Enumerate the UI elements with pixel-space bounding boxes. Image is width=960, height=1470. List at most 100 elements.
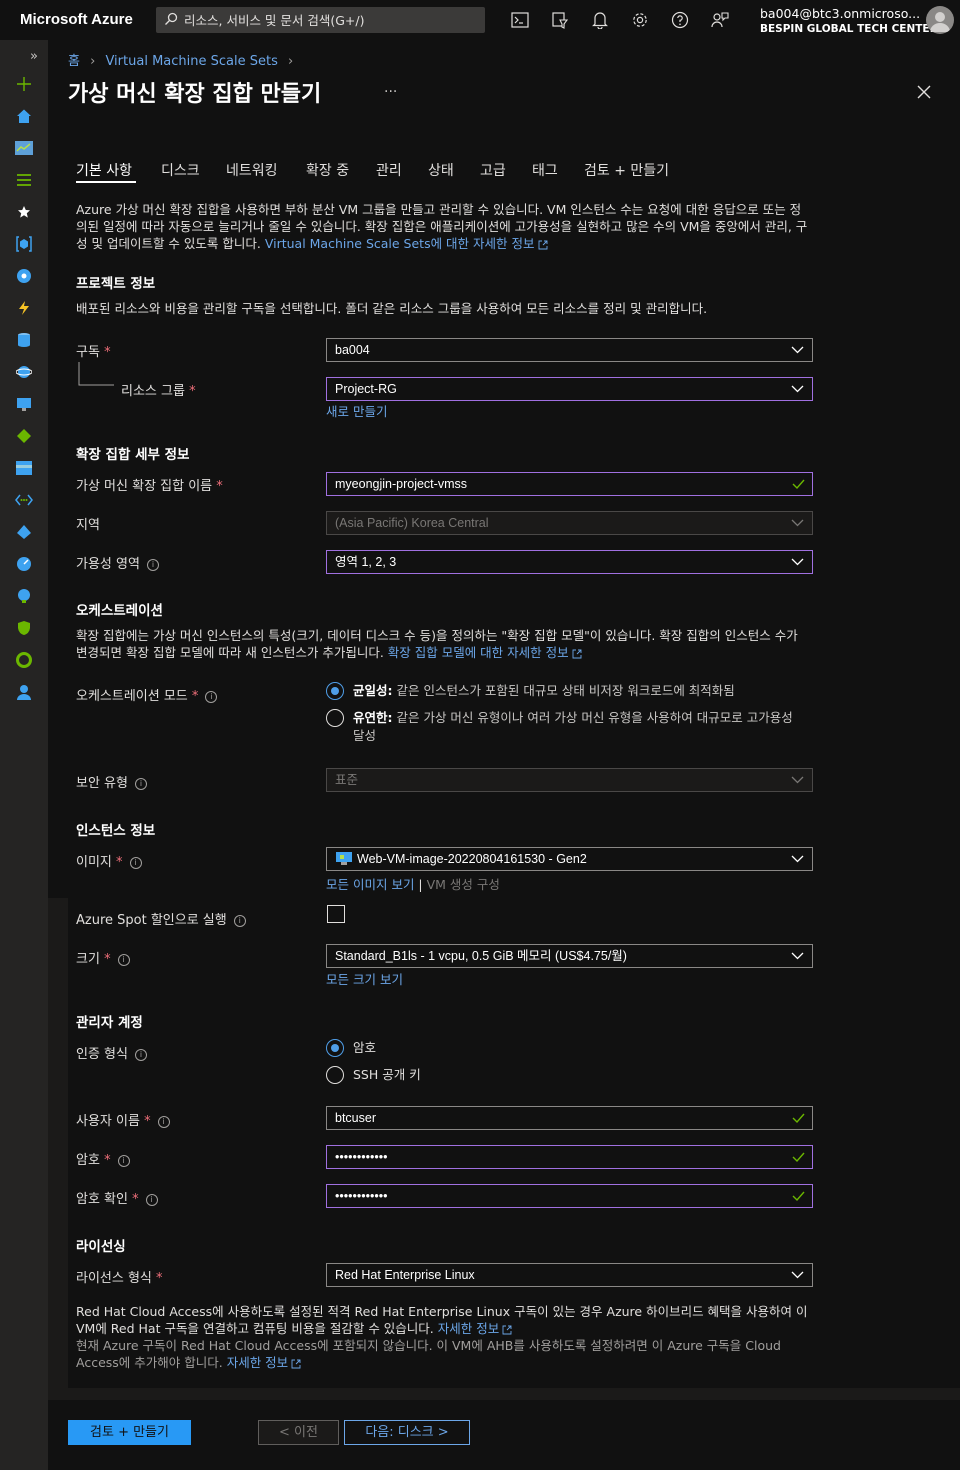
ahb-learn-more-link[interactable]: 자세한 정보 xyxy=(438,1321,499,1336)
info-icon[interactable]: i xyxy=(117,1154,130,1167)
create-new-rg-link[interactable]: 새로 만들기 xyxy=(326,401,387,420)
search-icon xyxy=(165,12,178,25)
account-name[interactable]: ba004@btc3.onmicroso... xyxy=(760,6,920,21)
virtual-networks-icon[interactable] xyxy=(14,490,34,510)
tab-networking[interactable]: 네트워킹 xyxy=(226,160,278,180)
confirm-password-input[interactable]: •••••••••••• xyxy=(326,1184,813,1208)
dashboard-icon[interactable] xyxy=(14,138,34,158)
resource-group-label: 리소스 그룹 * xyxy=(121,384,196,399)
see-all-sizes-link[interactable]: 모든 크기 보기 xyxy=(326,969,403,988)
search-input[interactable] xyxy=(184,7,479,33)
uniform-option-text[interactable]: 균일성: 같은 인스턴스가 포함된 대규모 상태 비저장 워크로드에 최적화됨 xyxy=(353,682,813,700)
sql-database-icon[interactable] xyxy=(14,330,34,350)
tree-connector xyxy=(78,362,114,386)
review-create-button[interactable]: 검토 + 만들기 xyxy=(68,1420,191,1445)
chevron-down-icon xyxy=(791,776,804,784)
feedback-icon[interactable] xyxy=(710,10,730,30)
external-link-icon xyxy=(291,1359,301,1368)
tab-review-create[interactable]: 검토 + 만들기 xyxy=(584,160,669,180)
info-icon[interactable]: i xyxy=(157,1115,170,1128)
flexible-option-text[interactable]: 유연한: 같은 가상 머신 유형이나 여러 가상 머신 유형을 사용하여 대규모… xyxy=(353,709,808,745)
info-icon[interactable]: i xyxy=(145,1193,158,1206)
password-input[interactable]: •••••••••••• xyxy=(326,1145,813,1169)
tab-scaling[interactable]: 확장 중 xyxy=(306,160,349,180)
size-dropdown[interactable]: Standard_B1ls - 1 vcpu, 0.5 GiB 메모리 (US$… xyxy=(326,944,813,968)
app-services-icon[interactable] xyxy=(14,266,34,286)
password-radio-label[interactable]: 암호 xyxy=(353,1039,376,1057)
info-icon[interactable]: i xyxy=(129,856,142,869)
tab-basics[interactable]: 기본 사항 xyxy=(76,160,132,180)
info-icon[interactable]: i xyxy=(205,690,218,703)
tab-health[interactable]: 상태 xyxy=(428,160,454,180)
help-icon[interactable] xyxy=(670,10,690,30)
see-all-images-link[interactable]: 모든 이미지 보기 xyxy=(326,877,414,892)
function-app-icon[interactable] xyxy=(14,298,34,318)
uniform-radio[interactable] xyxy=(326,682,344,700)
notifications-icon[interactable] xyxy=(590,10,610,30)
username-input[interactable]: btcuser xyxy=(326,1106,813,1130)
azure-ad-icon[interactable] xyxy=(14,522,34,542)
tab-tags[interactable]: 태그 xyxy=(532,160,558,180)
close-icon[interactable] xyxy=(915,83,933,101)
info-icon[interactable]: i xyxy=(146,558,159,571)
security-center-icon[interactable] xyxy=(14,618,34,638)
subscription-dropdown[interactable]: ba004 xyxy=(326,338,813,362)
monitor-icon[interactable] xyxy=(14,554,34,574)
password-radio[interactable] xyxy=(326,1039,344,1057)
ssh-key-radio-label[interactable]: SSH 공개 키 xyxy=(353,1066,421,1084)
info-icon[interactable]: i xyxy=(233,914,246,927)
home-icon[interactable] xyxy=(14,106,34,126)
tab-disks[interactable]: 디스크 xyxy=(161,160,200,180)
ssh-key-radio[interactable] xyxy=(326,1066,344,1084)
expand-menu-icon[interactable]: » xyxy=(24,46,44,66)
info-icon[interactable]: i xyxy=(117,953,130,966)
avatar[interactable] xyxy=(926,6,954,34)
previous-button[interactable]: < 이전 xyxy=(258,1420,339,1445)
breadcrumb-home[interactable]: 홈 xyxy=(68,54,80,69)
spot-label: Azure Spot 할인으로 실행 i xyxy=(76,909,246,928)
intro-text: Azure 가상 머신 확장 집합을 사용하면 부하 분산 VM 그룹을 만들고… xyxy=(76,202,808,251)
more-options-icon[interactable]: ··· xyxy=(384,84,397,100)
favorites-star-icon[interactable] xyxy=(14,202,34,222)
confirm-password-label: 암호 확인 * i xyxy=(76,1188,158,1207)
cosmos-db-icon[interactable] xyxy=(14,362,34,382)
cloud-access-learn-more-link[interactable]: 자세한 정보 xyxy=(227,1355,288,1370)
advisor-icon[interactable] xyxy=(14,586,34,606)
all-services-icon[interactable] xyxy=(14,170,34,190)
account-org[interactable]: BESPIN GLOBAL TECH CENTE... xyxy=(760,23,942,35)
gear-icon[interactable] xyxy=(630,10,650,30)
help-support-icon[interactable] xyxy=(14,682,34,702)
licensing-warning: 현재 Azure 구독이 Red Hat Cloud Access에 포함되지 … xyxy=(76,1338,781,1370)
license-type-dropdown[interactable]: Red Hat Enterprise Linux xyxy=(326,1263,813,1287)
region-label: 지역 xyxy=(76,518,100,533)
flexible-radio[interactable] xyxy=(326,709,344,727)
chevron-down-icon xyxy=(791,1271,804,1279)
username-label: 사용자 이름 * i xyxy=(76,1110,170,1129)
next-disks-button[interactable]: 다음: 디스크 > xyxy=(344,1420,470,1445)
brand-logo[interactable]: Microsoft Azure xyxy=(20,11,133,28)
scaleset-model-learn-more-link[interactable]: 확장 집합 모델에 대한 자세한 정보 xyxy=(388,645,569,660)
cloud-shell-icon[interactable] xyxy=(510,10,530,30)
info-icon[interactable]: i xyxy=(134,1048,147,1061)
image-label: 이미지 * i xyxy=(76,851,142,870)
availability-zone-dropdown[interactable]: 영역 1, 2, 3 xyxy=(326,550,813,574)
cost-management-icon[interactable] xyxy=(14,650,34,670)
virtual-machines-icon[interactable] xyxy=(14,394,34,414)
resource-group-dropdown[interactable]: Project-RG xyxy=(326,377,813,401)
vm-generation-config-link: VM 생성 구성 xyxy=(426,877,500,892)
tab-management[interactable]: 관리 xyxy=(376,160,402,180)
directory-filter-icon[interactable] xyxy=(550,10,570,30)
scaleset-name-input[interactable]: myeongjin-project-vmss xyxy=(326,472,813,496)
image-dropdown[interactable]: Web-VM-image-20220804161530 - Gen2 xyxy=(326,847,813,871)
global-search[interactable] xyxy=(156,7,485,33)
info-icon[interactable]: i xyxy=(134,777,147,790)
chevron-down-icon xyxy=(791,385,804,393)
spot-checkbox[interactable] xyxy=(327,905,345,923)
create-resource-icon[interactable] xyxy=(14,74,34,94)
breadcrumb-vmss[interactable]: Virtual Machine Scale Sets xyxy=(105,54,277,69)
vmss-learn-more-link[interactable]: Virtual Machine Scale Sets에 대한 자세한 정보 xyxy=(265,236,535,251)
storage-accounts-icon[interactable] xyxy=(14,458,34,478)
load-balancer-icon[interactable] xyxy=(14,426,34,446)
tab-advanced[interactable]: 고급 xyxy=(480,160,506,180)
resource-groups-icon[interactable] xyxy=(14,234,34,254)
